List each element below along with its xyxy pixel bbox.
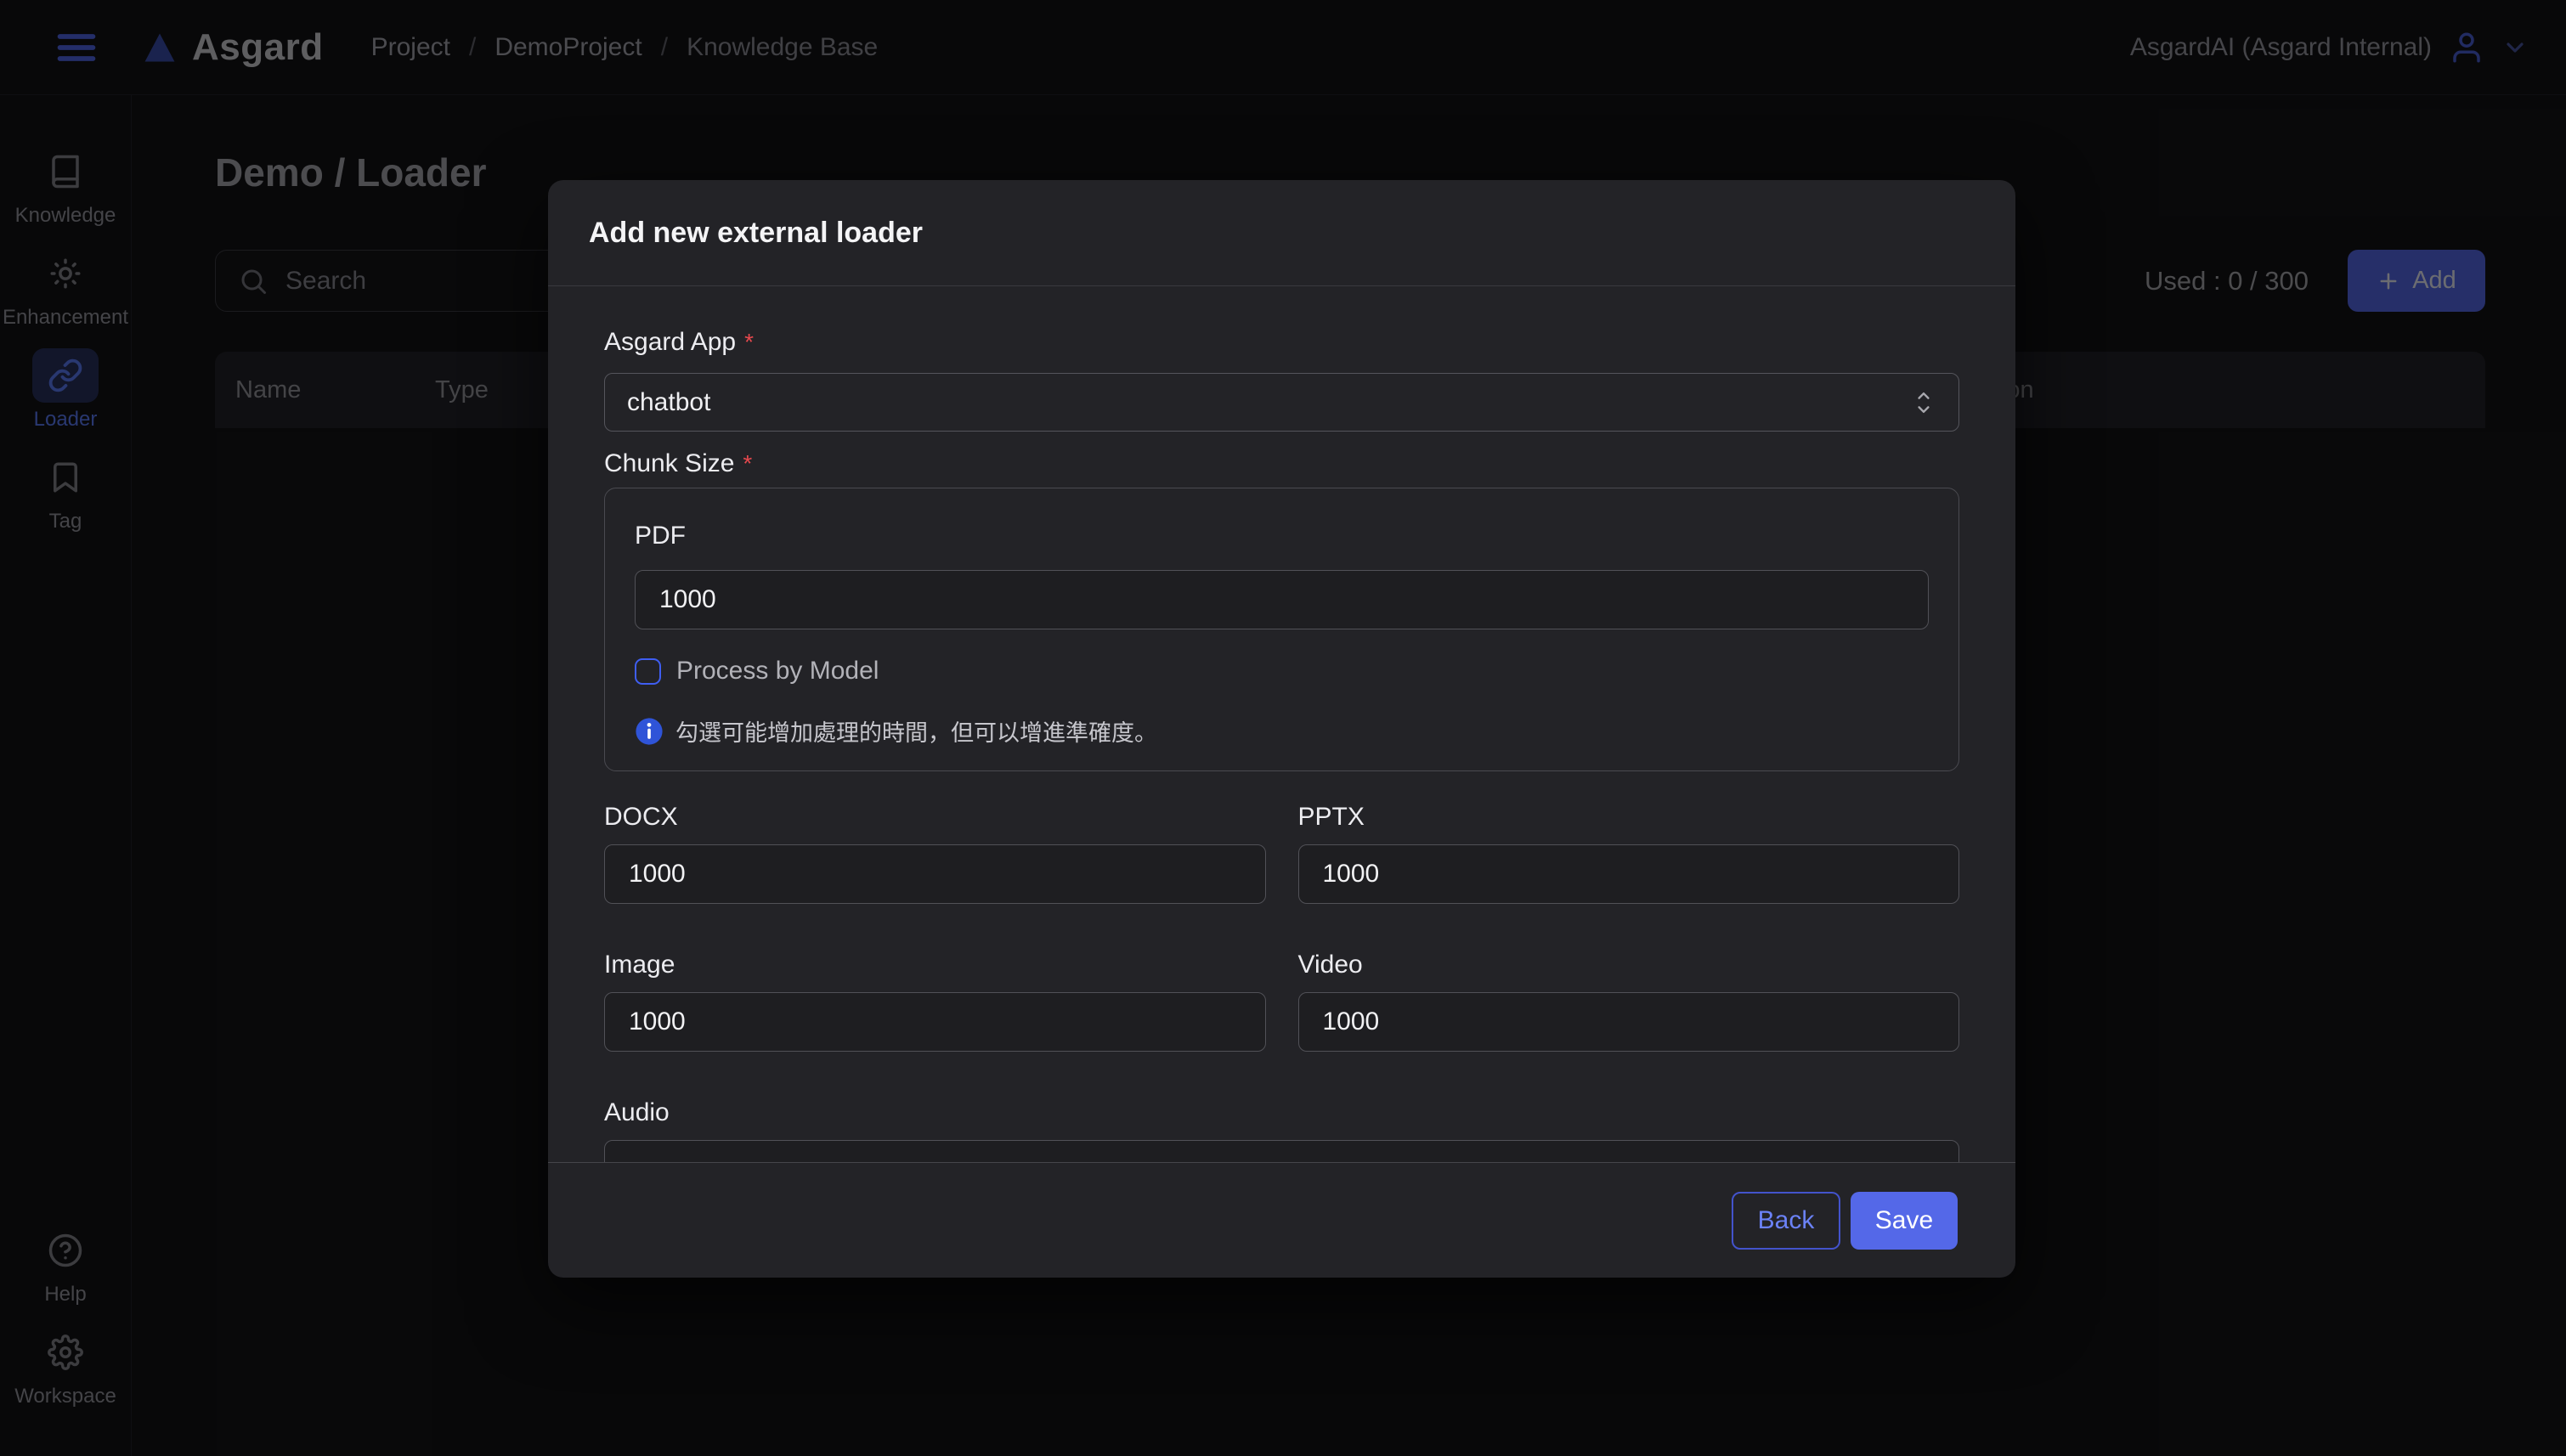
pdf-label: PDF — [635, 521, 1929, 551]
pptx-label: PPTX — [1298, 802, 1960, 832]
info-note-text: 勾選可能增加處理的時間，但可以增進準確度。 — [675, 714, 1157, 748]
info-icon — [635, 717, 664, 746]
process-by-model-checkbox[interactable] — [635, 658, 661, 685]
pptx-field: PPTX — [1298, 802, 1960, 904]
info-note-row: 勾選可能增加處理的時間，但可以增進準確度。 — [635, 714, 1929, 748]
docx-chunk-size-input[interactable] — [604, 844, 1266, 904]
select-caret-icon — [1911, 387, 1936, 418]
docx-pptx-row: DOCX PPTX — [604, 802, 1959, 904]
process-by-model-label: Process by Model — [676, 657, 879, 686]
video-field: Video — [1298, 950, 1960, 1052]
asgard-app-select-value: chatbot — [627, 388, 710, 417]
back-button[interactable]: Back — [1732, 1192, 1840, 1250]
modal-header: Add new external loader — [548, 180, 2015, 286]
image-field: Image — [604, 950, 1266, 1052]
image-label: Image — [604, 950, 1266, 980]
modal-title: Add new external loader — [589, 217, 923, 250]
modal-body: Asgard App * chatbot Chunk Size * PDF Pr… — [548, 286, 2015, 1162]
pptx-chunk-size-input[interactable] — [1298, 844, 1960, 904]
process-by-model-row: Process by Model — [635, 657, 1929, 686]
audio-field: Audio — [604, 1098, 1959, 1162]
asgard-app-label: Asgard App * — [604, 327, 1959, 358]
docx-label: DOCX — [604, 802, 1266, 832]
add-loader-modal: Add new external loader Asgard App * cha… — [548, 180, 2015, 1278]
image-video-row: Image Video — [604, 950, 1959, 1052]
video-label: Video — [1298, 950, 1960, 980]
video-chunk-size-input[interactable] — [1298, 992, 1960, 1052]
image-chunk-size-input[interactable] — [604, 992, 1266, 1052]
asgard-app-select[interactable]: chatbot — [604, 373, 1959, 432]
pdf-chunk-size-input[interactable] — [635, 570, 1929, 629]
audio-chunk-size-input[interactable] — [604, 1140, 1959, 1162]
docx-field: DOCX — [604, 802, 1266, 904]
save-button[interactable]: Save — [1851, 1192, 1958, 1250]
pdf-chunk-group: PDF Process by Model 勾選可能增加處理的時間，但可以增進準確… — [604, 488, 1959, 771]
audio-label: Audio — [604, 1098, 1959, 1128]
app-root: Asgard Project / DemoProject / Knowledge… — [0, 0, 2566, 1456]
chunk-size-label: Chunk Size * — [604, 449, 1959, 479]
modal-footer: Back Save — [548, 1162, 2015, 1278]
required-marker: * — [743, 449, 752, 479]
required-marker: * — [744, 327, 754, 358]
